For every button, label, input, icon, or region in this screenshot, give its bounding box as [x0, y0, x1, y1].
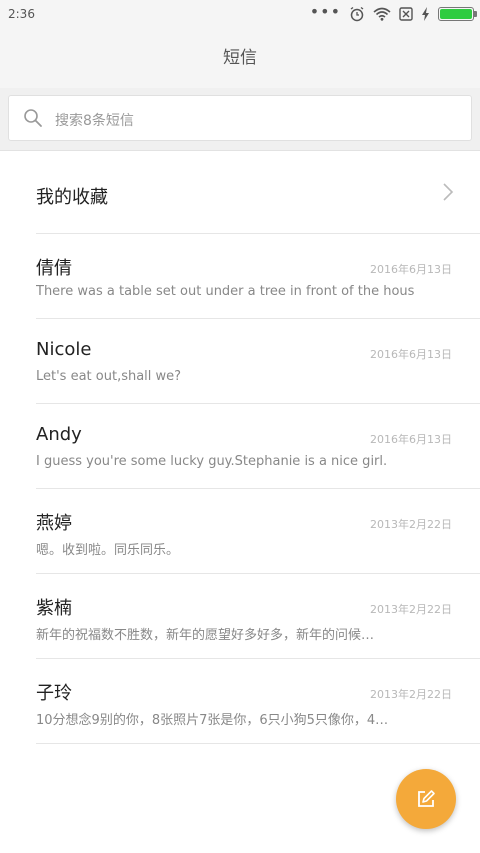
- favorites-row[interactable]: 我的收藏: [0, 150, 480, 234]
- contact-name: 紫楠: [36, 598, 72, 619]
- message-date: 2016年6月13日: [370, 348, 452, 361]
- search-input[interactable]: 搜索8条短信: [8, 95, 472, 141]
- message-preview: There was a table set out under a tree i…: [36, 284, 415, 299]
- message-list: 倩倩 2016年6月13日 There was a table set out …: [0, 234, 480, 744]
- chevron-right-icon: [443, 183, 454, 201]
- search-bar: 搜索8条短信: [0, 88, 480, 151]
- message-date: 2016年6月13日: [370, 433, 452, 446]
- message-item[interactable]: 燕婷 2013年2月22日 嗯。收到啦。同乐同乐。: [36, 489, 480, 574]
- message-item[interactable]: 子玲 2013年2月22日 10分想念9别的你，8张照片7张是你，6只小狗5只像…: [36, 659, 480, 744]
- battery-icon: [438, 7, 477, 21]
- message-preview: 嗯。收到啦。同乐同乐。: [36, 543, 180, 558]
- message-date: 2013年2月22日: [370, 603, 452, 616]
- contact-name: 倩倩: [36, 258, 72, 279]
- favorites-label: 我的收藏: [36, 187, 108, 208]
- charging-bolt-icon: [422, 7, 429, 21]
- contact-name: Andy: [36, 424, 82, 445]
- message-preview: I guess you're some lucky guy.Stephanie …: [36, 454, 388, 469]
- message-item[interactable]: 紫楠 2013年2月22日 新年的祝福数不胜数，新年的愿望好多好多，新年的问候…: [36, 574, 480, 659]
- search-placeholder: 搜索8条短信: [55, 113, 134, 129]
- message-date: 2016年6月13日: [370, 263, 452, 276]
- contact-name: 燕婷: [36, 513, 72, 534]
- message-item[interactable]: 倩倩 2016年6月13日 There was a table set out …: [36, 234, 480, 319]
- message-item[interactable]: Nicole 2016年6月13日 Let's eat out,shall we…: [36, 319, 480, 404]
- message-date: 2013年2月22日: [370, 688, 452, 701]
- more-dots-icon: •••: [309, 2, 341, 21]
- app-header: 短信: [0, 28, 480, 88]
- status-icons: •••: [309, 2, 477, 25]
- compose-icon: [418, 790, 435, 807]
- search-icon: [24, 109, 42, 127]
- wifi-icon: [373, 7, 391, 21]
- status-time: 2:36: [8, 7, 35, 21]
- compose-button[interactable]: [396, 769, 456, 829]
- contact-name: Nicole: [36, 339, 92, 360]
- message-item[interactable]: Andy 2016年6月13日 I guess you're some luck…: [36, 404, 480, 489]
- status-bar: 2:36 •••: [0, 0, 480, 28]
- message-preview: Let's eat out,shall we?: [36, 369, 182, 384]
- message-preview: 新年的祝福数不胜数，新年的愿望好多好多，新年的问候…: [36, 628, 375, 643]
- contact-name: 子玲: [36, 683, 72, 704]
- no-sim-icon: [399, 7, 413, 21]
- message-preview: 10分想念9别的你，8张照片7张是你，6只小狗5只像你，4…: [36, 713, 389, 728]
- message-date: 2013年2月22日: [370, 518, 452, 531]
- alarm-clock-icon: [350, 6, 364, 22]
- page-title: 短信: [223, 48, 257, 68]
